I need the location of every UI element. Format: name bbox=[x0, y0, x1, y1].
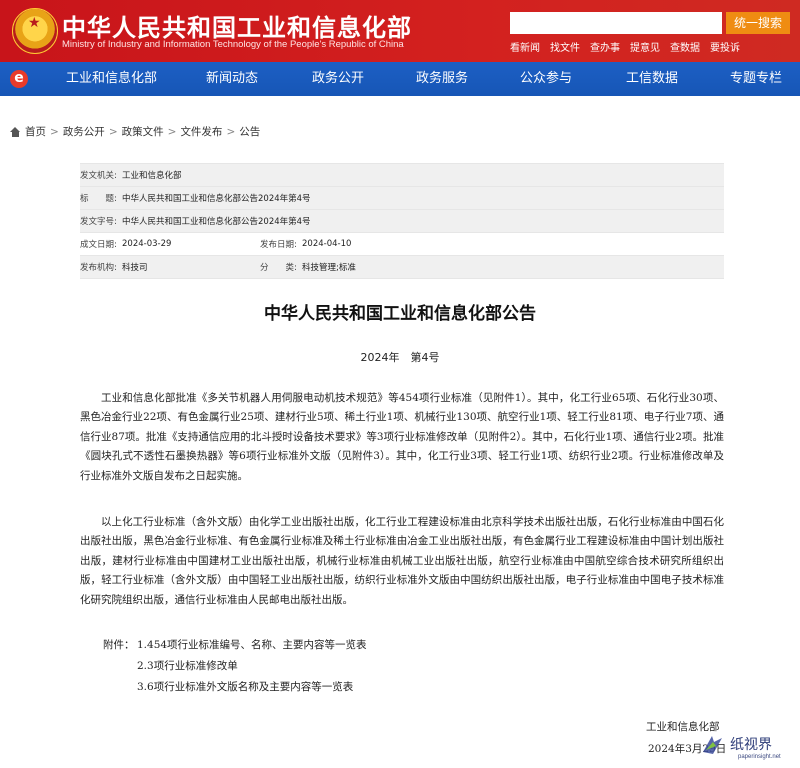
meta-row-title: 标 题: 中华人民共和国工业和信息化部公告2024年第4号 bbox=[80, 186, 724, 209]
breadcrumb-gov-affairs[interactable]: 政务公开 bbox=[63, 124, 105, 139]
chevron-right-icon: > bbox=[50, 125, 59, 138]
site-title[interactable]: 中华人民共和国工业和信息化部 bbox=[62, 8, 412, 43]
chevron-right-icon: > bbox=[167, 125, 177, 138]
search-input[interactable] bbox=[510, 12, 722, 34]
breadcrumb-policy[interactable]: 政策文件 bbox=[122, 124, 164, 139]
home-icon bbox=[10, 126, 21, 137]
breadcrumb: 首页 > 政务公开 > 政策文件 > 文件发布 > 公告 bbox=[10, 124, 260, 139]
main-nav: e 工业和信息化部 新闻动态 政务公开 政务服务 公众参与 工信数据 专题专栏 bbox=[0, 62, 800, 96]
document-meta-table: 发文机关: 工业和信息化部 标 题: 中华人民共和国工业和信息化部公告2024年… bbox=[80, 163, 724, 279]
nav-item-gov-services[interactable]: 政务服务 bbox=[416, 62, 468, 96]
docno-value: 中华人民共和国工业和信息化部公告2024年第4号 bbox=[122, 217, 311, 227]
attachment-link-1[interactable]: 1.454项行业标准编号、名称、主要内容等一览表 bbox=[137, 637, 367, 652]
written-value: 2024-03-29 bbox=[122, 239, 172, 249]
attachment-link-2[interactable]: 2.3项行业标准修改单 bbox=[137, 658, 238, 673]
body-paragraph-2: 以上化工行业标准（含外文版）由化学工业出版社出版，化工行业工程建设标准由北京科学… bbox=[80, 516, 724, 606]
chevron-right-icon: > bbox=[226, 125, 236, 138]
document-number: 2024年 第4号 bbox=[360, 351, 440, 364]
nav-item-topics[interactable]: 专题专栏 bbox=[730, 62, 782, 96]
watermark: 纸视界 paperinsight.net bbox=[700, 732, 798, 766]
site-subtitle: Ministry of Industry and Information Tec… bbox=[62, 39, 404, 50]
docno-label: 发文字号: bbox=[80, 217, 117, 227]
written-label: 成文日期: bbox=[80, 240, 117, 250]
breadcrumb-notice[interactable]: 公告 bbox=[239, 124, 260, 139]
nav-item-gov-affairs[interactable]: 政务公开 bbox=[312, 62, 364, 96]
watermark-url: paperinsight.net bbox=[738, 754, 781, 760]
nav-item-news[interactable]: 新闻动态 bbox=[206, 62, 258, 96]
national-emblem-icon bbox=[12, 8, 58, 54]
issuer-value: 工业和信息化部 bbox=[122, 171, 182, 181]
nav-item-ministry[interactable]: 工业和信息化部 bbox=[66, 62, 157, 96]
chevron-right-icon: > bbox=[108, 125, 118, 138]
category-value: 科技管理;标准 bbox=[302, 263, 356, 273]
agency-value: 科技司 bbox=[122, 263, 148, 273]
meta-row-agency: 发布机构: 科技司 分 类: 科技管理;标准 bbox=[80, 255, 724, 279]
title-value: 中华人民共和国工业和信息化部公告2024年第4号 bbox=[122, 194, 311, 204]
e-logo-icon[interactable]: e bbox=[10, 70, 28, 88]
published-value: 2024-04-10 bbox=[302, 239, 352, 249]
attachments-label: 附件： bbox=[103, 639, 135, 651]
meta-row-dates: 成文日期: 2024-03-29 发布日期: 2024-04-10 bbox=[80, 232, 724, 255]
category-label: 分 类: bbox=[260, 263, 297, 273]
quick-link-data[interactable]: 查数据 bbox=[670, 39, 700, 54]
issuer-label: 发文机关: bbox=[80, 171, 117, 181]
body-paragraph-1: 工业和信息化部批准《多关节机器人用伺服电动机技术规范》等454项行业标准（见附件… bbox=[80, 392, 724, 482]
attachment-link-3[interactable]: 3.6项行业标准外文版名称及主要内容等一览表 bbox=[137, 679, 353, 694]
published-label: 发布日期: bbox=[260, 240, 297, 250]
quick-link-feedback[interactable]: 提意见 bbox=[630, 39, 660, 54]
paperinsight-logo-icon bbox=[703, 736, 722, 754]
watermark-text: 纸视界 bbox=[730, 737, 772, 753]
breadcrumb-home[interactable]: 首页 bbox=[25, 124, 46, 139]
quick-link-news[interactable]: 看新闻 bbox=[510, 39, 540, 54]
quick-link-files[interactable]: 找文件 bbox=[550, 39, 580, 54]
document-title: 中华人民共和国工业和信息化部公告 bbox=[264, 304, 536, 324]
quick-link-complaint[interactable]: 要投诉 bbox=[710, 39, 740, 54]
quick-links: 看新闻 找文件 查办事 提意见 查数据 要投诉 bbox=[510, 39, 740, 54]
nav-item-data[interactable]: 工信数据 bbox=[626, 62, 678, 96]
search-button[interactable]: 统一搜索 bbox=[726, 12, 790, 34]
title-label: 标 题: bbox=[80, 194, 117, 204]
meta-row-docno: 发文字号: 中华人民共和国工业和信息化部公告2024年第4号 bbox=[80, 209, 724, 232]
nav-item-participation[interactable]: 公众参与 bbox=[520, 62, 572, 96]
meta-row-issuer: 发文机关: 工业和信息化部 bbox=[80, 163, 724, 186]
quick-link-services[interactable]: 查办事 bbox=[590, 39, 620, 54]
agency-label: 发布机构: bbox=[80, 263, 117, 273]
breadcrumb-release[interactable]: 文件发布 bbox=[180, 124, 222, 139]
site-header: 中华人民共和国工业和信息化部 Ministry of Industry and … bbox=[0, 0, 800, 62]
